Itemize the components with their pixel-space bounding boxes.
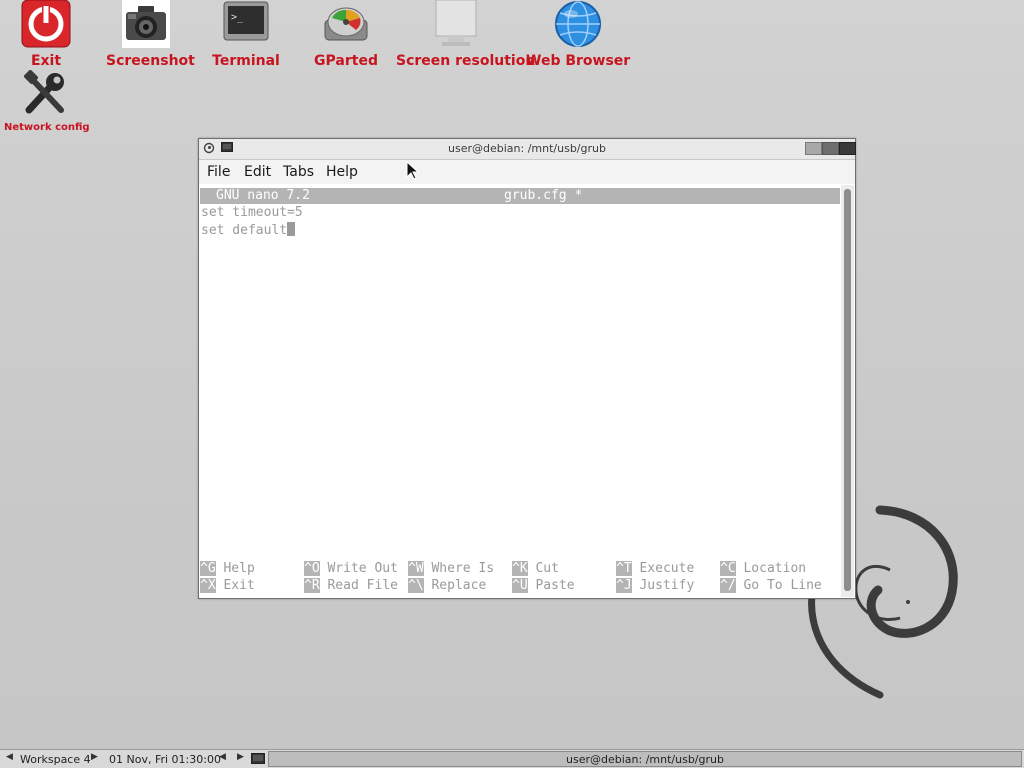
buffer-line: set timeout=5 (201, 205, 303, 220)
shortcut-cut: ^K Cut (512, 561, 559, 576)
buffer-line: set default (201, 222, 296, 239)
disk-icon (324, 7, 368, 41)
menu-file[interactable]: File (207, 164, 230, 180)
desktop-icon-label: Network config (4, 122, 90, 133)
terminal-window[interactable]: user@debian: /mnt/usb/grub File Edit Tab… (198, 138, 856, 599)
taskbar-window-button[interactable]: user@debian: /mnt/usb/grub (268, 751, 1022, 767)
terminal-icon: >_ (223, 1, 269, 41)
menu-edit[interactable]: Edit (244, 164, 271, 180)
desktop-icon-gparted[interactable]: GParted (306, 0, 386, 70)
clock[interactable]: 01 Nov, Fri 01:30:00 (109, 753, 221, 766)
taskbar-window-title: user@debian: /mnt/usb/grub (566, 753, 724, 766)
minimize-button[interactable] (805, 142, 822, 155)
window-title: user@debian: /mnt/usb/grub (448, 142, 606, 155)
nano-header-bar: GNU nano 7.2 grub.cfg * (200, 188, 840, 204)
shortcut-exit: ^X Exit (200, 578, 255, 593)
shortcut-replace: ^\ Replace (408, 578, 487, 593)
camera-icon (122, 0, 170, 48)
workspace-next-icon[interactable]: ▶ (91, 752, 98, 762)
text-cursor (287, 222, 296, 236)
nano-filename: grub.cfg * (504, 188, 583, 203)
scrollbar-thumb[interactable] (844, 189, 851, 591)
desktop-icon-label: Exit (30, 53, 62, 69)
window-titlebar[interactable]: user@debian: /mnt/usb/grub (199, 139, 856, 160)
shortcut-go-to-line: ^/ Go To Line (720, 578, 822, 593)
clock-prev-icon[interactable]: ◀ (219, 752, 226, 762)
desktop-icon-screenshot[interactable]: Screenshot (106, 0, 195, 70)
desktop-icon-screen-resolution[interactable]: Screen resolution (396, 0, 536, 70)
vertical-scrollbar[interactable] (841, 185, 854, 597)
desktop-icon-web-browser[interactable]: Web Browser (526, 0, 630, 70)
shortcut-paste: ^U Paste (512, 578, 575, 593)
desktop-icon-label: Web Browser (526, 53, 631, 69)
shortcut-read-file: ^R Read File (304, 578, 398, 593)
menubar: File Edit Tabs Help (199, 160, 855, 184)
monitor-icon (435, 0, 477, 46)
menu-tabs[interactable]: Tabs (283, 164, 314, 180)
terminal-area[interactable]: GNU nano 7.2 grub.cfg * set timeout=5 se… (200, 185, 840, 597)
power-icon (21, 0, 71, 48)
desktop-icon-terminal[interactable]: >_ Terminal (206, 0, 286, 70)
nano-version: GNU nano 7.2 (216, 188, 310, 203)
workspace-label[interactable]: Workspace 4 (20, 753, 91, 766)
tools-icon (24, 70, 64, 114)
shortcut-location: ^C Location (720, 561, 807, 576)
shortcut-help: ^G Help (200, 561, 255, 576)
maximize-button[interactable] (822, 142, 839, 155)
shortcut-justify: ^J Justify (616, 578, 695, 593)
desktop-icon-label: Terminal (212, 53, 280, 69)
desktop-icon-label: Screenshot (106, 53, 195, 69)
taskbar: ◀ Workspace 4 ▶ 01 Nov, Fri 01:30:00 ◀ ▶… (0, 749, 1024, 768)
svg-text:>_: >_ (231, 12, 244, 23)
task-terminal-icon (251, 753, 265, 764)
mouse-pointer-icon (406, 161, 420, 180)
clock-next-icon[interactable]: ▶ (237, 752, 244, 762)
desktop-icon-network-config[interactable]: Network config (4, 70, 90, 136)
shortcut-write-out: ^O Write Out (304, 561, 398, 576)
menu-help[interactable]: Help (326, 164, 358, 180)
workspace-prev-icon[interactable]: ◀ (6, 752, 13, 762)
shortcut-where-is: ^W Where Is (408, 561, 495, 576)
desktop-icon-label: Screen resolution (396, 53, 536, 69)
desktop-icon-label: GParted (314, 53, 378, 69)
close-button[interactable] (839, 142, 856, 155)
globe-icon (555, 1, 601, 47)
desktop-icon-exit[interactable]: Exit (10, 0, 82, 70)
shortcut-execute: ^T Execute (616, 561, 695, 576)
